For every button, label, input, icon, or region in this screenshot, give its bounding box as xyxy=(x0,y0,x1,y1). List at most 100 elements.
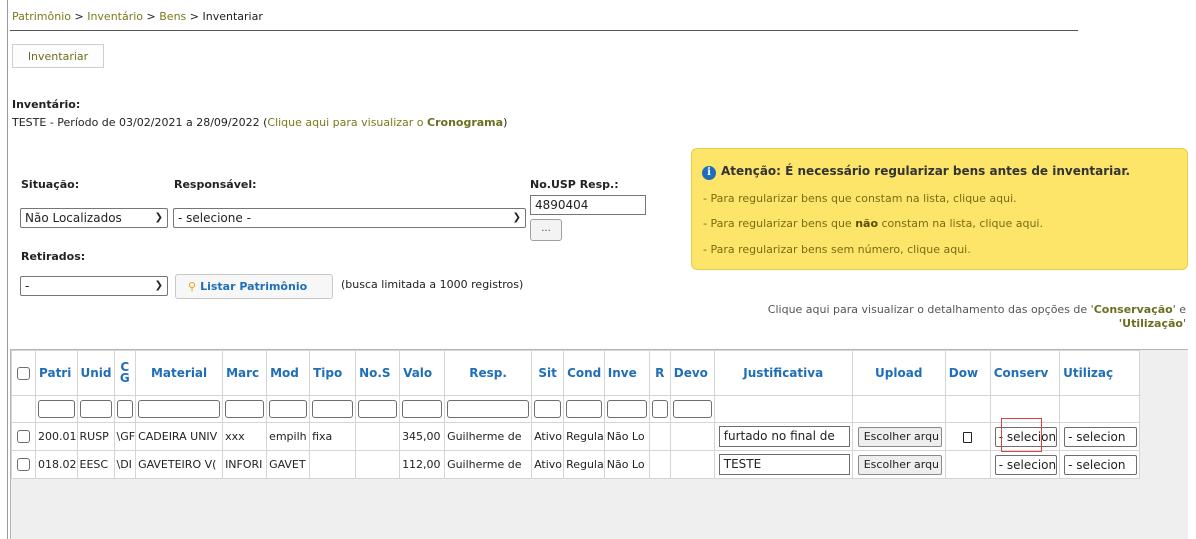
upload-file-button[interactable]: Escolher arqu xyxy=(857,454,942,475)
inventory-description: TESTE - Período de 03/02/2021 a 28/09/20… xyxy=(12,116,507,129)
cell-devolucao xyxy=(669,422,715,451)
col-header[interactable]: Tipo xyxy=(309,350,357,396)
warning-box: i Atenção: É necessário regularizar bens … xyxy=(691,148,1188,270)
col-header[interactable]: Justificativa xyxy=(713,350,853,396)
row-checkbox[interactable] xyxy=(17,430,30,444)
responsavel-label: Responsável: xyxy=(174,178,257,191)
warning-line2-pre: - Para regularizar bens que xyxy=(703,217,856,230)
row-checkbox[interactable] xyxy=(17,458,30,472)
listar-patrimonio-button[interactable]: ⚲ Listar Patrimônio xyxy=(175,274,333,299)
col-header[interactable]: C G xyxy=(113,350,137,396)
col-header[interactable]: Utilizaç xyxy=(1059,350,1141,396)
cell-conservacao: - selecion xyxy=(989,422,1061,451)
warning-line2-bold: não xyxy=(855,217,878,230)
retirados-select[interactable]: - ❯ xyxy=(20,276,168,296)
cell-responsavel: Guilherme de xyxy=(444,450,533,479)
assets-table-container: Patri Unid C G Material Marc Mod Tipo No… xyxy=(10,349,1188,539)
upload-file-button[interactable]: Escolher arqu xyxy=(857,426,942,447)
utilizacao-select[interactable]: - selecion xyxy=(1064,426,1138,447)
detail-pre: Clique aqui para visualizar o detalhamen… xyxy=(767,303,1094,316)
column-filter-input[interactable] xyxy=(116,400,134,418)
col-header[interactable]: Conserv xyxy=(989,350,1061,396)
breadcrumb-item-bens[interactable]: Bens xyxy=(159,10,186,23)
filter-cell xyxy=(399,395,446,423)
nousp-input[interactable]: 4890404 xyxy=(530,195,646,215)
warning-link-regularizar-lista[interactable]: - Para regularizar bens que constam na l… xyxy=(703,192,1017,205)
column-filter-input[interactable] xyxy=(651,400,668,418)
col-header[interactable]: Sit xyxy=(531,350,565,396)
conservacao-select[interactable]: - selecion xyxy=(994,426,1058,447)
justificativa-input[interactable]: TESTE xyxy=(718,454,850,475)
col-header[interactable]: Material xyxy=(135,350,224,396)
cell-situacao: Ativo xyxy=(531,422,565,451)
col-header[interactable]: No.S xyxy=(355,350,401,396)
warning-link-sem-numero[interactable]: - Para regularizar bens sem número, cliq… xyxy=(703,243,971,256)
cell-inventario: Não Lo xyxy=(603,450,650,479)
row-select-cell xyxy=(11,422,36,451)
conservacao-utilizacao-link[interactable]: Clique aqui para visualizar o detalhamen… xyxy=(706,303,1186,331)
breadcrumb-divider xyxy=(10,30,1078,31)
col-header[interactable]: Dow xyxy=(944,350,991,396)
breadcrumb-item-patrimonio[interactable]: Patrimônio xyxy=(12,10,71,23)
utilizacao-select[interactable]: - selecion xyxy=(1064,454,1138,475)
col-header[interactable]: Patri xyxy=(35,350,78,396)
chevron-down-icon: ❯ xyxy=(154,212,163,223)
cell-download xyxy=(944,422,991,451)
table-row: 018.02 EESC \DI GAVETEIRO V( INFORI GAVE… xyxy=(11,450,1141,479)
col-header[interactable]: Resp. xyxy=(444,350,533,396)
listar-patrimonio-label: Listar Patrimônio xyxy=(200,280,308,293)
cell-upload: Escolher arqu xyxy=(851,422,946,451)
responsavel-select[interactable]: - selecione - ❯ xyxy=(173,208,526,228)
cell-marca: xxx xyxy=(222,422,268,451)
col-header[interactable]: Unid xyxy=(76,350,115,396)
col-header[interactable]: Devo xyxy=(669,350,715,396)
detail-conservacao: Conservação xyxy=(1093,303,1173,316)
column-filter-input[interactable] xyxy=(672,400,712,418)
column-filter-input[interactable] xyxy=(312,400,354,418)
col-header[interactable]: Mod xyxy=(266,350,311,396)
select-all-checkbox[interactable] xyxy=(17,367,30,380)
cell-modelo: empilh xyxy=(266,422,311,451)
col-header[interactable]: Marc xyxy=(222,350,268,396)
cell-justificativa: TESTE xyxy=(713,450,853,479)
search-person-button[interactable]: ... xyxy=(530,219,562,241)
justificativa-input[interactable]: furtado no final de xyxy=(718,426,850,447)
col-header[interactable]: Cond xyxy=(563,350,605,396)
cronograma-link[interactable]: Clique aqui para visualizar o Cronograma xyxy=(267,116,503,129)
cell-upload: Escolher arqu xyxy=(851,450,946,479)
column-filter-input[interactable] xyxy=(79,400,112,418)
cell-r xyxy=(648,450,671,479)
column-filter-input[interactable] xyxy=(402,400,443,418)
chevron-down-icon: ❯ xyxy=(512,212,521,223)
column-filter-input[interactable] xyxy=(606,400,647,418)
breadcrumb-item-inventario[interactable]: Inventário xyxy=(87,10,143,23)
column-filter-input[interactable] xyxy=(38,400,75,418)
situacao-select[interactable]: Não Localizados ❯ xyxy=(20,208,168,228)
table-row: 200.01 RUSP \GF CADEIRA UNIV xxx empilh … xyxy=(11,422,1141,451)
column-filter-input[interactable] xyxy=(138,400,221,418)
breadcrumb-separator: > xyxy=(146,10,156,23)
conservacao-select[interactable]: - selecion xyxy=(994,454,1058,475)
column-filter-input[interactable] xyxy=(534,400,562,418)
column-filter-input[interactable] xyxy=(225,400,265,418)
breadcrumb: Patrimônio > Inventário > Bens > Inventa… xyxy=(12,10,263,23)
document-download-icon[interactable] xyxy=(963,431,973,443)
column-filter-input[interactable] xyxy=(269,400,308,418)
tab-inventariar[interactable]: Inventariar xyxy=(12,44,104,68)
detail-utilizacao: 'Utilização xyxy=(1118,317,1183,330)
retirados-label: Retirados: xyxy=(21,250,86,263)
inventory-period: TESTE - Período de 03/02/2021 a 28/09/20… xyxy=(12,116,268,129)
select-all-header xyxy=(11,350,36,396)
filter-cell xyxy=(669,395,715,423)
column-filter-input[interactable] xyxy=(358,400,398,418)
col-header[interactable]: Valo xyxy=(399,350,446,396)
col-header[interactable]: R xyxy=(648,350,671,396)
col-header[interactable]: Upload xyxy=(851,350,946,396)
col-header[interactable]: Inve xyxy=(603,350,650,396)
warning-link-regularizar-fora-lista[interactable]: - Para regularizar bens que não constam … xyxy=(703,217,1043,230)
filter-cell xyxy=(989,395,1061,423)
cronograma-link-bold: Cronograma xyxy=(427,116,504,129)
column-filter-input[interactable] xyxy=(566,400,602,418)
column-filter-input[interactable] xyxy=(447,400,530,418)
cell-justificativa: furtado no final de xyxy=(713,422,853,451)
